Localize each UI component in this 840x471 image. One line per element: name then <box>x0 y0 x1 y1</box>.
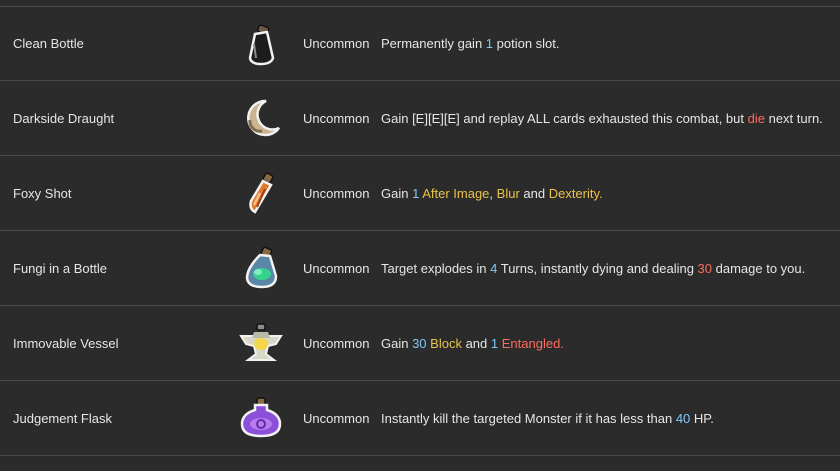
description-segment: Target explodes in <box>381 260 491 276</box>
potion-description: Permanently gain 1 potion slot. <box>381 7 560 80</box>
keyword-red: 30 <box>697 260 713 276</box>
description-segment: and <box>461 335 491 351</box>
keyword-blue: 40 <box>675 410 691 426</box>
potion-name: Immovable Vessel <box>13 335 119 351</box>
table-row: Clean Bottle Uncommon Permanently gain 1… <box>0 6 840 81</box>
table-row: Foxy Shot Uncommon Gain 1 After Image, B… <box>0 156 840 231</box>
clean-bottle-icon <box>238 7 284 80</box>
description-text: Gain 30 Block and 1 Entangled. <box>381 336 564 351</box>
description-segment: Instantly kill the targeted Monster if i… <box>381 410 676 426</box>
keyword-gold: Blur <box>496 185 520 201</box>
crescent-moon-icon <box>238 81 284 155</box>
potion-description: Gain [E][E][E] and replay ALL cards exha… <box>381 81 823 155</box>
description-segment: Turns, instantly dying and dealing <box>497 260 698 276</box>
description-segment: , <box>489 185 497 201</box>
description-segment: and <box>519 185 549 201</box>
description-segment: damage to you. <box>712 260 806 276</box>
potion-description: Instantly kill the targeted Monster if i… <box>381 381 714 455</box>
potion-rarity: Uncommon <box>303 36 370 51</box>
description-segment: Gain <box>381 335 413 351</box>
purple-flask-icon <box>238 381 284 455</box>
orange-vial-icon <box>238 156 284 230</box>
potion-rarity: Uncommon <box>303 260 370 276</box>
keyword-gold: Dexterity. <box>548 185 603 201</box>
potion-rarity: Uncommon <box>303 410 370 426</box>
potion-name: Fungi in a Bottle <box>13 260 107 276</box>
potion-name: Darkside Draught <box>13 110 115 126</box>
keyword-red: Entangled. <box>501 335 564 351</box>
description-segment: HP. <box>690 410 714 426</box>
description-segment: Gain <box>381 185 413 201</box>
description-text: Gain 1 After Image, Blur and Dexterity. <box>381 186 603 201</box>
keyword-gold: After Image <box>422 185 490 201</box>
description-segment: next turn. <box>764 110 823 126</box>
potion-rarity: Uncommon <box>303 110 370 126</box>
keyword-blue: 30 <box>412 335 427 351</box>
table-row: Judgement Flask Uncommon Instantly kill … <box>0 381 840 456</box>
potion-name: Foxy Shot <box>13 185 72 201</box>
potion-description: Gain 1 After Image, Blur and Dexterity. <box>381 156 603 230</box>
keyword-gold: Block <box>430 335 462 351</box>
potion-rarity: Uncommon <box>303 335 370 351</box>
description-text: Gain [E][E][E] and replay ALL cards exha… <box>381 111 823 126</box>
description-text: Target explodes in 4 Turns, instantly dy… <box>381 261 805 276</box>
table-row: Immovable Vessel Uncommon Gain 30 Block … <box>0 306 840 381</box>
potion-name: Judgement Flask <box>13 410 112 426</box>
description-text: Instantly kill the targeted Monster if i… <box>381 411 714 426</box>
keyword-blue: 1 <box>485 36 494 51</box>
keyword-red: die <box>747 110 765 126</box>
description-segment: Gain [E][E][E] and replay ALL cards exha… <box>381 110 748 126</box>
description-text: Permanently gain 1 potion slot. <box>381 36 560 51</box>
fungi-bottle-icon <box>238 231 284 305</box>
description-segment: potion slot. <box>493 36 560 51</box>
description-segment: Permanently gain <box>381 36 486 51</box>
table-row: Fungi in a Bottle Uncommon Target explod… <box>0 231 840 306</box>
anvil-vessel-icon <box>238 306 284 380</box>
potion-table: Clean Bottle Uncommon Permanently gain 1… <box>0 6 840 456</box>
potion-rarity: Uncommon <box>303 185 370 201</box>
potion-description: Gain 30 Block and 1 Entangled. <box>381 306 564 380</box>
potion-name: Clean Bottle <box>13 36 84 51</box>
table-row: Darkside Draught Uncommon Gain [E][E][E]… <box>0 81 840 156</box>
potion-description: Target explodes in 4 Turns, instantly dy… <box>381 231 805 305</box>
